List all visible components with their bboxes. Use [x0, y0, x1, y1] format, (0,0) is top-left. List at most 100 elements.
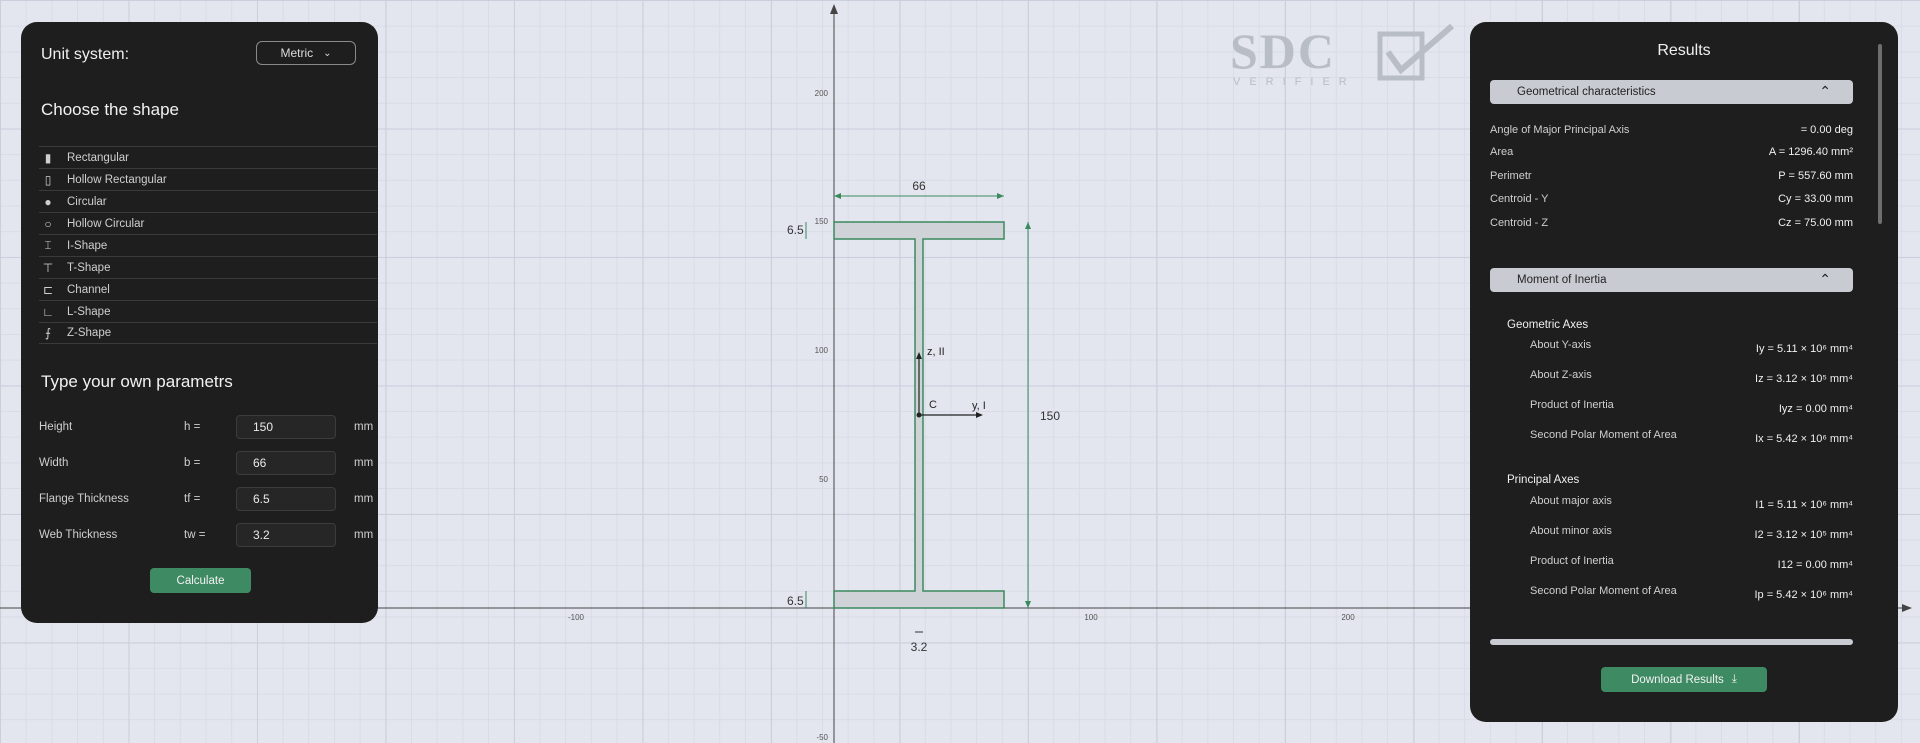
rectangle-outline-icon: ▯: [44, 172, 52, 187]
result-row: Area A = 1296.40 mm²: [1490, 146, 1853, 162]
y-tick-label: 150: [815, 217, 829, 226]
shape-item-circular[interactable]: ● Circular: [39, 190, 377, 212]
axis-arrow-icon: [976, 412, 983, 418]
width-input[interactable]: [236, 451, 336, 475]
result-row: Product of Inertia Iyz = 0.00 mm⁴: [1530, 399, 1853, 415]
shape-label: Hollow Rectangular: [67, 173, 167, 186]
chevron-down-icon: ⌄: [323, 47, 332, 59]
geometric-axes-title: Geometric Axes: [1507, 319, 1589, 331]
result-value: P = 557.60 mm: [1778, 170, 1853, 182]
result-label: Second Polar Moment of Area: [1530, 585, 1677, 597]
shape-label: Z-Shape: [67, 327, 112, 339]
shape-item-hollow-circular[interactable]: ○ Hollow Circular: [39, 212, 377, 234]
result-row: About major axis I1 = 5.11 × 10⁶ mm⁴: [1530, 495, 1853, 511]
width-dimension-label: 66: [912, 179, 926, 193]
y-axis-arrow: [830, 4, 838, 14]
z-axis-label: z, II: [927, 346, 945, 358]
shape-item-hollow-rectangular[interactable]: ▯ Hollow Rectangular: [39, 168, 377, 190]
logo-subtext: VERIFIER: [1233, 76, 1356, 88]
flange-bottom-dimension-label: 6.5: [787, 594, 804, 608]
param-symbol: b =: [184, 457, 201, 469]
params-title: Type your own parametrs: [41, 372, 233, 391]
download-label: Download Results: [1631, 673, 1724, 686]
z-shape-icon: ⨍: [44, 326, 52, 340]
y-tick-label: -50: [816, 733, 828, 742]
download-results-button[interactable]: Download Results ⤓: [1601, 667, 1767, 692]
result-label: About major axis: [1530, 495, 1612, 507]
param-row-web-thickness: Web Thickness tw = mm: [39, 523, 379, 549]
param-unit: mm: [354, 457, 374, 469]
result-value: Iyz = 0.00 mm⁴: [1778, 403, 1853, 415]
section-header-label: Moment of Inertia: [1517, 274, 1607, 286]
logo-text: SDC: [1230, 23, 1336, 79]
circle-filled-icon: ●: [44, 194, 52, 209]
channel-icon: ⊏: [42, 282, 54, 297]
flange-thickness-input[interactable]: [236, 487, 336, 511]
shape-item-z-shape[interactable]: ⨍ Z-Shape: [39, 322, 377, 344]
shape-label: T-Shape: [67, 261, 111, 274]
shape-item-t-shape[interactable]: ⊤ T-Shape: [39, 256, 377, 278]
choose-shape-title: Choose the shape: [41, 100, 179, 119]
y-tick-label: 100: [815, 346, 829, 355]
geometrical-characteristics-header[interactable]: Geometrical characteristics ⌃: [1490, 80, 1853, 104]
shape-item-channel[interactable]: ⊏ Channel: [39, 278, 377, 300]
param-row-flange-thickness: Flange Thickness tf = mm: [39, 487, 379, 513]
chevron-up-icon: ⌃: [1819, 271, 1831, 287]
shape-item-i-shape[interactable]: ⌶ I-Shape: [39, 234, 377, 256]
y-tick-label: 200: [815, 89, 829, 98]
height-input[interactable]: [236, 415, 336, 439]
result-row: Product of Inertia I12 = 0.00 mm⁴: [1530, 555, 1853, 571]
result-value: Iz = 3.12 × 10⁵ mm⁴: [1755, 373, 1853, 385]
param-row-height: Height h = mm: [39, 415, 379, 441]
results-panel: Results Geometrical characteristics ⌃ An…: [1470, 22, 1898, 722]
param-unit: mm: [354, 529, 374, 541]
result-value: I2 = 3.12 × 10⁵ mm⁴: [1754, 529, 1853, 541]
web-thickness-input[interactable]: [236, 523, 336, 547]
result-row: Second Polar Moment of Area Ip = 5.42 × …: [1530, 585, 1853, 601]
param-symbol: tw =: [184, 529, 206, 541]
result-value: Cz = 75.00 mm: [1778, 217, 1853, 229]
i-shape-icon: ⌶: [44, 238, 52, 252]
chevron-up-icon: ⌃: [1819, 83, 1831, 99]
result-value: I12 = 0.00 mm⁴: [1777, 559, 1853, 571]
t-shape-icon: ⊤: [42, 260, 54, 275]
result-value: Cy = 33.00 mm: [1778, 193, 1853, 205]
download-icon: ⤓: [1731, 673, 1737, 685]
shape-item-l-shape[interactable]: ∟ L-Shape: [39, 300, 377, 322]
result-value: I1 = 5.11 × 10⁶ mm⁴: [1755, 499, 1853, 511]
result-row: Perimetr P = 557.60 mm: [1490, 170, 1853, 186]
result-label: Angle of Major Principal Axis: [1490, 124, 1630, 136]
results-scrollbar[interactable]: [1878, 44, 1882, 224]
result-value: Ip = 5.42 × 10⁶ mm⁴: [1754, 589, 1853, 601]
shape-label: Circular: [67, 195, 107, 208]
result-label: Perimetr: [1490, 170, 1532, 182]
web-dimension-label: 3.2: [911, 640, 928, 654]
shape-label: L-Shape: [67, 305, 111, 318]
principal-axes-title: Principal Axes: [1507, 474, 1580, 486]
sdc-verifier-logo: SDC VERIFIER: [1230, 22, 1455, 92]
moment-of-inertia-header[interactable]: Moment of Inertia ⌃: [1490, 268, 1853, 292]
centroid-point: [916, 412, 922, 418]
result-label: About Y-axis: [1530, 339, 1592, 351]
flange-top-dimension-label: 6.5: [787, 223, 804, 237]
shape-item-rectangular[interactable]: ▮ Rectangular: [39, 146, 377, 168]
param-symbol: tf =: [184, 493, 201, 505]
result-value: = 0.00 deg: [1800, 124, 1853, 136]
y-tick-label: 50: [819, 475, 828, 484]
calculate-button[interactable]: Calculate: [150, 568, 251, 593]
param-symbol: h =: [184, 421, 201, 433]
param-row-width: Width b = mm: [39, 451, 379, 477]
result-value: Ix = 5.42 × 10⁶ mm⁴: [1755, 433, 1853, 445]
l-shape-icon: ∟: [42, 304, 54, 319]
unit-system-select[interactable]: Metric ⌄: [256, 41, 356, 65]
collapsed-section-header[interactable]: [1490, 639, 1853, 645]
param-unit: mm: [354, 493, 374, 505]
result-label: About minor axis: [1530, 525, 1612, 537]
unit-system-value: Metric: [280, 46, 314, 60]
x-tick-label: 200: [1341, 613, 1355, 622]
dim-arrow-icon: [834, 193, 841, 199]
dim-arrow-icon: [997, 193, 1004, 199]
result-label: Second Polar Moment of Area: [1530, 429, 1677, 441]
results-title: Results: [1657, 42, 1711, 59]
x-axis-arrow: [1902, 604, 1912, 612]
